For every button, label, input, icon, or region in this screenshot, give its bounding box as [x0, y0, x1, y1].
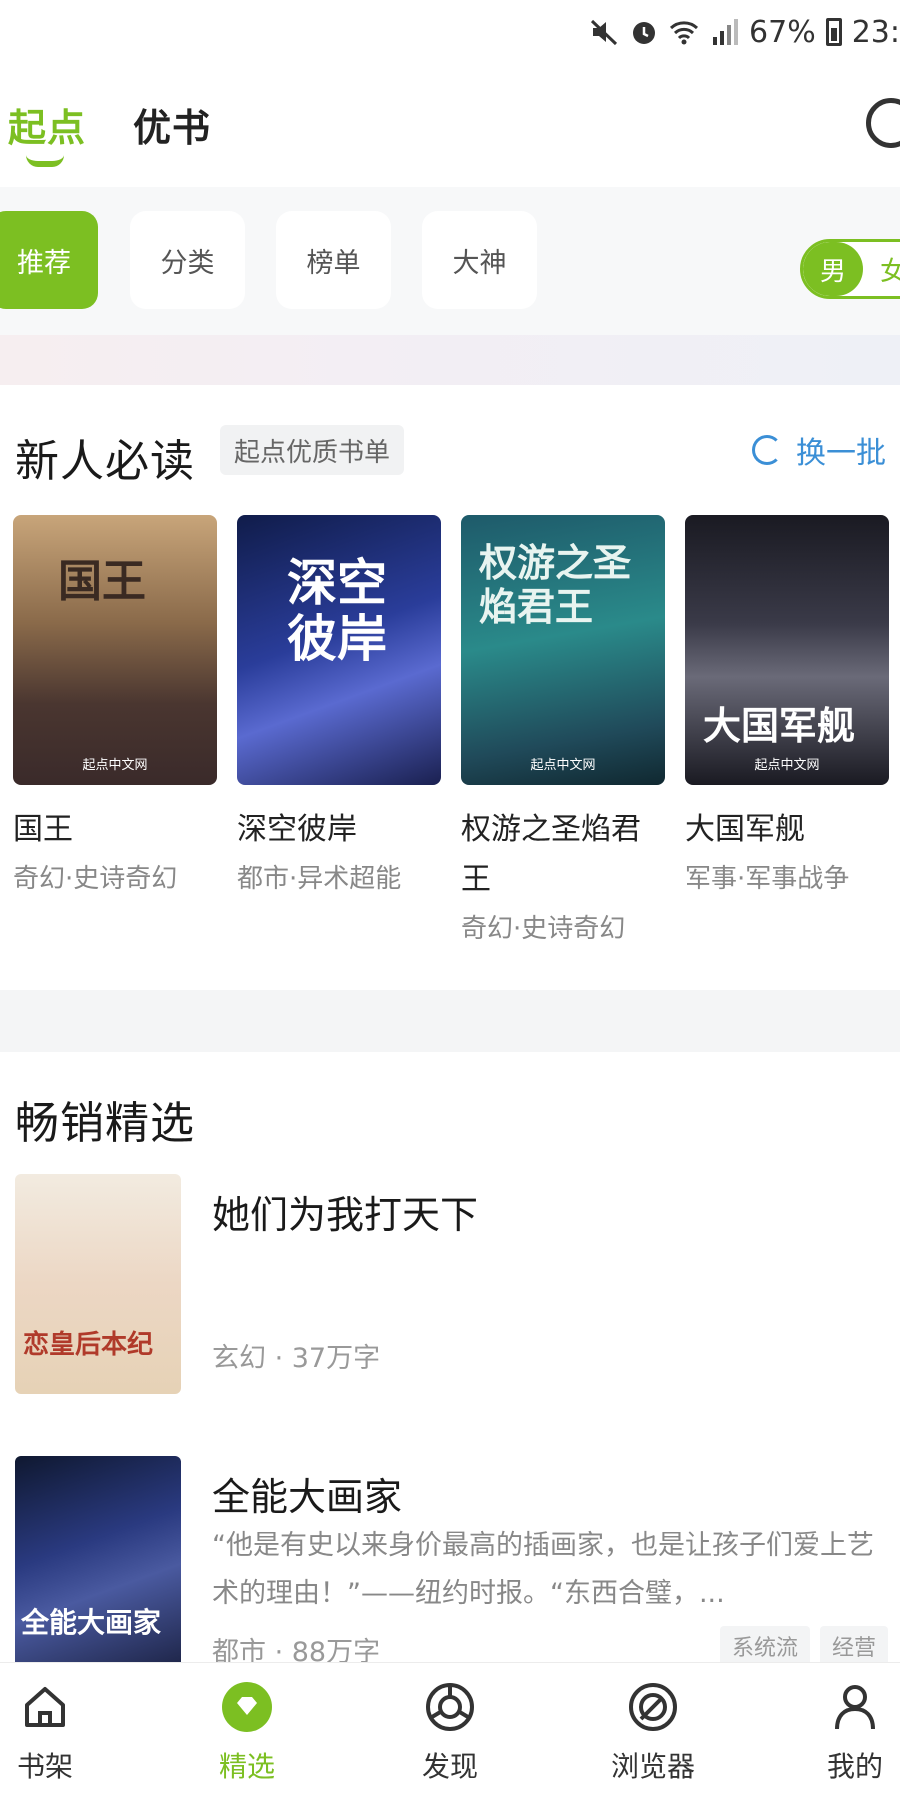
refresh-icon	[752, 435, 782, 465]
nav-label: 我的	[826, 1750, 883, 1783]
gender-male-option[interactable]: 男	[803, 242, 863, 296]
book-card[interactable]: 国王 起点中文网 国王 奇幻·史诗奇幻	[13, 515, 217, 897]
tab-youshu[interactable]: 优书	[133, 97, 211, 152]
browser-icon	[629, 1683, 677, 1731]
book-title: 国王	[13, 812, 73, 847]
nav-label: 浏览器	[610, 1750, 695, 1783]
refresh-label: 换一批	[796, 436, 886, 471]
gender-female-option[interactable]: 女	[863, 251, 900, 288]
section-title: 畅销精选	[15, 1098, 195, 1149]
chip-authors[interactable]: 大神	[422, 211, 537, 309]
section-tag: 起点优质书单	[220, 425, 405, 475]
refresh-button[interactable]: 换一批	[752, 427, 886, 473]
nav-label: 发现	[421, 1750, 478, 1783]
nav-label: 书架	[16, 1750, 73, 1783]
status-bar: 67% 23:	[0, 0, 900, 62]
list-item[interactable]: 恋皇后本纪 她们为我打天下 玄幻 · 37万字	[0, 1174, 900, 1404]
chip-category[interactable]: 分类	[130, 211, 245, 309]
book-title: 全能大画家	[212, 1475, 403, 1519]
book-cover[interactable]: 权游之圣焰君王 起点中文网	[461, 515, 665, 785]
wifi-icon	[669, 17, 699, 47]
book-card[interactable]: 权游之圣焰君王 起点中文网 权游之圣焰君王 奇幻·史诗奇幻	[461, 515, 665, 947]
banner-fade	[0, 335, 900, 385]
alarm-icon	[629, 17, 659, 47]
cover-title: 权游之圣焰君王	[479, 540, 632, 629]
category-chip-bar: 推荐 分类 榜单 大神 男 女	[0, 187, 900, 335]
tag-list: 系统流 经营	[719, 1626, 888, 1666]
tab-qidian[interactable]: 起点	[8, 97, 86, 152]
book-cover[interactable]: 深空彼岸	[237, 515, 441, 785]
bottom-nav: 书架 精选 发现 浏览器 我的	[0, 1662, 900, 1800]
nav-label: 精选	[218, 1750, 275, 1783]
section-title: 新人必读	[15, 436, 195, 487]
book-cover[interactable]: 全能大画家	[15, 1456, 181, 1676]
book-description: “他是有史以来身价最高的插画家，也是让孩子们爱上艺术的理由！”——纽约时报。“东…	[212, 1530, 874, 1609]
search-icon[interactable]	[866, 98, 900, 148]
book-cover[interactable]: 恋皇后本纪	[15, 1174, 181, 1394]
chip-recommend[interactable]: 推荐	[0, 211, 98, 309]
book-card[interactable]: 深空彼岸 深空彼岸 都市·异术超能	[237, 515, 441, 897]
book-title: 她们为我打天下	[212, 1193, 479, 1237]
section-divider	[0, 990, 900, 1052]
book-title: 深空彼岸	[237, 812, 357, 847]
user-icon	[835, 1685, 875, 1730]
top-nav: 起点 优书	[0, 62, 900, 187]
cover-brand: 起点中文网	[754, 758, 820, 773]
clock: 23:	[851, 14, 900, 50]
home-icon	[25, 1687, 65, 1727]
list-item[interactable]: 全能大画家 全能大画家 “他是有史以来身价最高的插画家，也是让孩子们爱上艺术的理…	[0, 1456, 900, 1686]
cover-title: 国王	[58, 556, 146, 607]
nav-discover[interactable]: 发现	[390, 1681, 510, 1785]
nav-bookshelf[interactable]: 书架	[0, 1681, 105, 1785]
status-bar-right: 67% 23:	[589, 12, 900, 52]
signal-icon	[709, 17, 739, 47]
diamond-icon	[222, 1682, 272, 1732]
tab-active-indicator	[26, 155, 64, 167]
tag[interactable]: 系统流	[719, 1626, 810, 1666]
gender-toggle[interactable]: 男 女	[800, 239, 900, 299]
newbie-section: 新人必读 起点优质书单 换一批 国王 起点中文网 国王 奇幻·史诗奇幻 深空彼岸…	[0, 385, 900, 990]
cover-title: 恋皇后本纪	[23, 1330, 154, 1360]
book-meta: 玄幻 · 37万字	[212, 1343, 381, 1374]
cover-brand: 起点中文网	[530, 758, 596, 773]
compass-icon	[426, 1683, 474, 1731]
book-card[interactable]: 大国军舰 起点中文网 大国军舰 军事·军事战争	[685, 515, 889, 897]
nav-profile[interactable]: 我的	[795, 1681, 900, 1785]
cover-title: 大国军舰	[703, 703, 856, 748]
cover-title: 全能大画家	[21, 1606, 162, 1639]
mute-icon	[589, 17, 619, 47]
book-cover[interactable]: 国王 起点中文网	[13, 515, 217, 785]
nav-featured[interactable]: 精选	[187, 1681, 307, 1785]
book-cover[interactable]: 大国军舰 起点中文网	[685, 515, 889, 785]
book-genre: 奇幻·史诗奇幻	[461, 914, 626, 944]
book-genre: 奇幻·史诗奇幻	[13, 864, 178, 894]
tag[interactable]: 经营	[819, 1626, 888, 1666]
chip-ranking[interactable]: 榜单	[276, 211, 391, 309]
bestseller-section: 畅销精选 恋皇后本纪 她们为我打天下 玄幻 · 37万字 全能大画家 全能大画家…	[0, 1052, 900, 1676]
book-genre: 军事·军事战争	[685, 864, 850, 894]
cover-brand: 起点中文网	[82, 758, 148, 773]
nav-browser[interactable]: 浏览器	[593, 1681, 713, 1785]
book-title: 大国军舰	[685, 812, 805, 847]
book-title: 权游之圣焰君王	[461, 812, 641, 897]
cover-title: 深空彼岸	[287, 553, 387, 668]
battery-percent: 67%	[749, 14, 816, 50]
battery-icon	[825, 18, 842, 46]
book-genre: 都市·异术超能	[237, 864, 402, 894]
